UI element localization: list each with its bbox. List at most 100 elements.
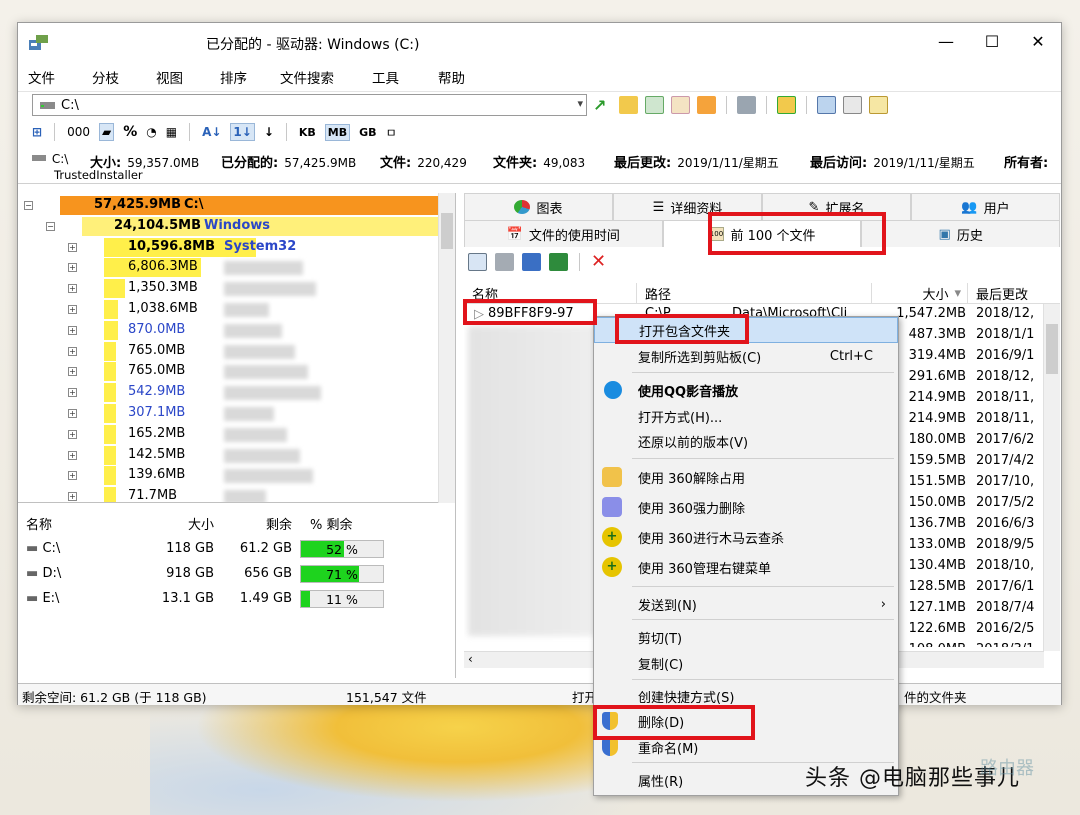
- refresh-icon[interactable]: [645, 96, 664, 114]
- scrollbar-thumb[interactable]: [1046, 324, 1058, 374]
- tree-row[interactable]: +765.0MB: [18, 341, 438, 362]
- tree-row[interactable]: +870.0MB: [18, 320, 438, 341]
- menu-360-trojan-scan[interactable]: + 使用 360进行木马云查杀: [594, 524, 898, 550]
- collapse-icon[interactable]: −: [24, 201, 33, 210]
- tree-row[interactable]: +1,350.3MB: [18, 278, 438, 299]
- auto-unit-icon[interactable]: ㅁ: [386, 124, 397, 141]
- menu-copy-path[interactable]: 复制所选到剪贴板(C) Ctrl+C: [594, 343, 898, 369]
- menu-copy[interactable]: 复制(C): [594, 650, 898, 676]
- tree-row[interactable]: − 24,104.5MB Windows: [18, 216, 450, 237]
- expand-icon[interactable]: +: [68, 242, 77, 252]
- grid-view-icon[interactable]: ▦: [166, 125, 177, 139]
- menu-tools[interactable]: 工具: [372, 67, 438, 87]
- tree-row[interactable]: +71.7MB: [18, 486, 438, 502]
- tab-chart[interactable]: 图表: [464, 193, 613, 220]
- scrollbar-thumb[interactable]: [441, 213, 453, 249]
- save-icon[interactable]: [522, 253, 541, 271]
- expand-icon[interactable]: +: [68, 450, 77, 460]
- sort-desc-icon[interactable]: ↓: [264, 125, 274, 139]
- tab-file-age[interactable]: 📅 文件的使用时间: [464, 220, 663, 247]
- menu-send-to[interactable]: 发送到(N) ›: [594, 591, 898, 617]
- expand-icon[interactable]: +: [68, 263, 77, 273]
- about-icon[interactable]: [869, 96, 888, 114]
- menu-sort[interactable]: 排序: [220, 67, 280, 87]
- tab-history[interactable]: ▣ 历史: [861, 220, 1061, 247]
- gb-button[interactable]: GB: [359, 126, 376, 139]
- menu-360-unlock[interactable]: 使用 360解除占用: [594, 464, 898, 490]
- tree-row[interactable]: +10,596.8MB System32: [18, 237, 438, 258]
- col-name[interactable]: 名称: [18, 514, 126, 533]
- tree-row[interactable]: +139.6MB: [18, 465, 438, 486]
- col-size[interactable]: 大小 ▾: [872, 283, 968, 303]
- drive-row[interactable]: ▬ C:\ 118 GB 61.2 GB 52 %: [18, 536, 456, 561]
- menu-360-manage[interactable]: + 使用 360管理右键菜单: [594, 554, 898, 580]
- chevron-left-icon[interactable]: ‹: [468, 652, 473, 666]
- kb-button[interactable]: KB: [299, 126, 316, 139]
- expand-icon[interactable]: +: [68, 388, 77, 398]
- tree-row[interactable]: +1,038.6MB: [18, 299, 438, 320]
- tree-icon[interactable]: ⊞: [32, 125, 42, 139]
- up-folder-icon[interactable]: [777, 96, 796, 114]
- list-vscrollbar[interactable]: [1043, 304, 1060, 651]
- address-combo[interactable]: C:\ ▾: [32, 94, 587, 116]
- excel-icon[interactable]: [549, 253, 568, 271]
- maximize-button[interactable]: ☐: [969, 23, 1015, 59]
- percent-button[interactable]: %: [123, 124, 137, 140]
- help-icon[interactable]: [843, 96, 862, 114]
- menu-file[interactable]: 文件: [28, 67, 92, 87]
- col-modified[interactable]: 最后更改: [968, 283, 1060, 303]
- sort-size-icon[interactable]: 1↓: [230, 123, 255, 141]
- report-icon[interactable]: [817, 96, 836, 114]
- pie-view-icon[interactable]: ◔: [146, 125, 156, 139]
- drive-row[interactable]: ▬ E:\ 13.1 GB 1.49 GB 11 %: [18, 586, 456, 611]
- tree-row[interactable]: +542.9MB: [18, 382, 438, 403]
- expand-icon[interactable]: +: [68, 346, 77, 356]
- col-pct-free[interactable]: % 剩余: [300, 514, 390, 533]
- tree-row[interactable]: +307.1MB: [18, 403, 438, 424]
- number-view-button[interactable]: 000: [67, 125, 90, 139]
- chevron-down-icon[interactable]: ▾: [577, 97, 583, 110]
- expand-icon[interactable]: +: [68, 429, 77, 439]
- menu-360-force-delete[interactable]: 使用 360强力删除: [594, 494, 898, 520]
- expand-icon[interactable]: +: [68, 471, 77, 481]
- list-icon[interactable]: [671, 96, 690, 114]
- export-icon[interactable]: [697, 96, 716, 114]
- tree-scrollbar[interactable]: [438, 193, 455, 503]
- menu-open-with[interactable]: 打开方式(H)...: [594, 403, 898, 429]
- collapse-icon[interactable]: −: [46, 221, 55, 231]
- expand-icon[interactable]: +: [68, 367, 77, 377]
- menu-qq-play[interactable]: 使用QQ影音播放: [594, 377, 898, 403]
- expand-icon[interactable]: +: [68, 284, 77, 294]
- menu-restore[interactable]: 还原以前的版本(V): [594, 428, 898, 454]
- expand-icon[interactable]: +: [68, 305, 77, 314]
- disk-view-icon[interactable]: ▰: [98, 123, 115, 141]
- tree-row[interactable]: +6,806.3MB: [18, 257, 438, 278]
- mb-button[interactable]: MB: [324, 123, 351, 141]
- col-size[interactable]: 大小: [126, 514, 214, 533]
- expand-icon[interactable]: +: [68, 492, 77, 502]
- sort-az-icon[interactable]: A↓: [202, 125, 221, 139]
- menu-help[interactable]: 帮助: [438, 67, 502, 87]
- tree-row[interactable]: +165.2MB: [18, 424, 438, 445]
- go-icon[interactable]: ↗: [593, 96, 612, 115]
- drive-row[interactable]: ▬ D:\ 918 GB 656 GB 71 %: [18, 561, 456, 586]
- print-icon[interactable]: [737, 96, 756, 114]
- copy-icon[interactable]: [468, 253, 487, 271]
- col-path[interactable]: 路径: [637, 283, 872, 303]
- tree-row[interactable]: +142.5MB: [18, 445, 438, 466]
- open-folder-icon[interactable]: [619, 96, 638, 114]
- menu-branch[interactable]: 分枝: [92, 67, 156, 87]
- minimize-button[interactable]: —: [923, 23, 969, 59]
- print-icon[interactable]: [495, 253, 514, 271]
- close-button[interactable]: ✕: [1015, 23, 1061, 59]
- col-free[interactable]: 剩余: [214, 514, 292, 533]
- tree-row[interactable]: +765.0MB: [18, 361, 438, 382]
- menu-cut[interactable]: 剪切(T): [594, 624, 898, 650]
- tree-row[interactable]: − 57,425.9MB C:\: [18, 195, 450, 216]
- tab-users[interactable]: 👥 用户: [911, 193, 1060, 220]
- expand-icon[interactable]: +: [68, 409, 77, 418]
- delete-icon[interactable]: ✕: [591, 253, 610, 271]
- menu-search[interactable]: 文件搜索: [280, 67, 372, 87]
- menu-view[interactable]: 视图: [156, 67, 220, 87]
- expand-icon[interactable]: +: [68, 325, 77, 335]
